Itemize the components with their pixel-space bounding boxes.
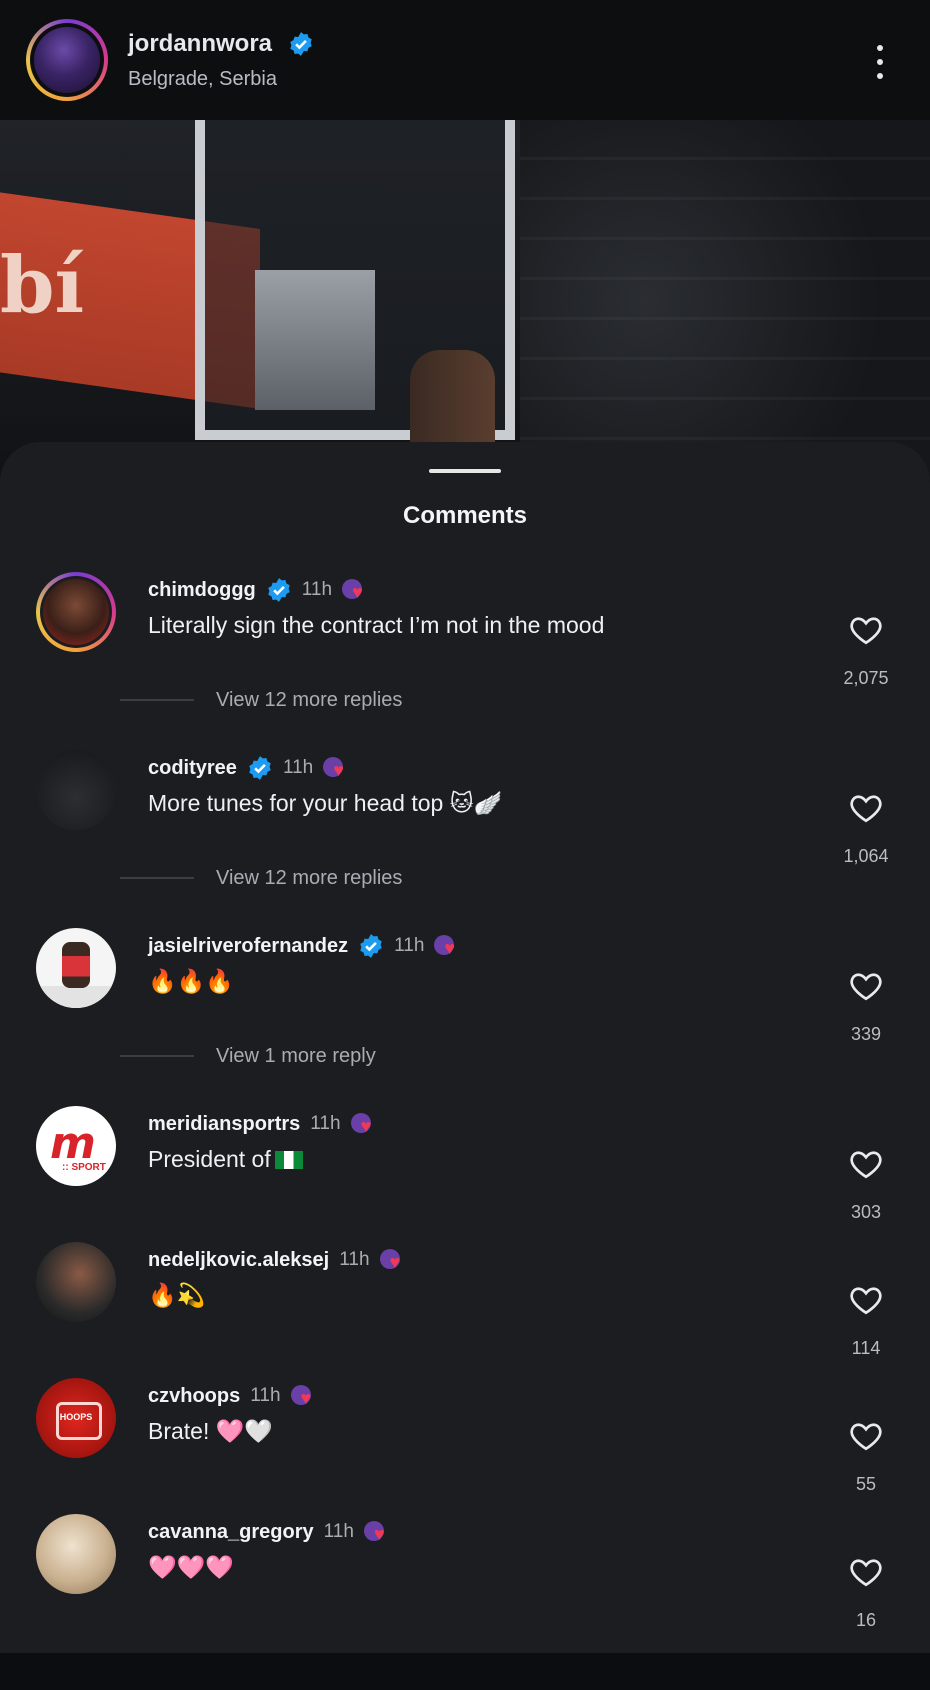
commenter-avatar[interactable]: HOOPS — [36, 1378, 116, 1458]
comment-text: Brate! 🩷🤍 — [148, 1418, 274, 1444]
view-replies-button[interactable]: View 12 more replies — [120, 686, 402, 714]
heart-outline-icon[interactable] — [848, 1146, 884, 1182]
commenter-username[interactable]: czvhoops — [148, 1385, 240, 1408]
commenter-username[interactable]: jasielriverofernandez — [148, 935, 348, 958]
commenter-username[interactable]: chimdoggg — [148, 579, 256, 602]
post-header: jordannwora Belgrade, Serbia — [0, 0, 930, 120]
like-count: 1,064 — [843, 846, 889, 866]
heart-outline-icon[interactable] — [848, 612, 884, 648]
commenter-avatar[interactable]: m :: SPORT — [36, 1106, 116, 1186]
sheet-title: Comments — [402, 502, 528, 529]
creator-liked-heart-icon: ♥ — [290, 1383, 321, 1409]
creator-liked-heart-icon: ♥ — [363, 1519, 394, 1545]
like-count: 114 — [851, 1338, 881, 1358]
comments-sheet: Comments chimdoggg 11h ♥ Literally sign … — [0, 442, 930, 1653]
avatar-floor — [40, 986, 112, 1008]
comment-time: 11h — [339, 1249, 370, 1270]
avatar-player-figure — [62, 942, 90, 988]
view-replies-label: View 12 more replies — [216, 688, 403, 711]
comment-text: 🔥💫 — [148, 1282, 206, 1308]
author-username[interactable]: jordannwora — [128, 30, 272, 58]
crowd-background — [520, 120, 930, 480]
verified-badge-icon — [249, 756, 271, 780]
comment-item: codityree 11h ♥ More tunes for your head… — [0, 750, 930, 926]
more-dot — [877, 45, 883, 51]
post-photo: bí — [0, 120, 930, 480]
post-location[interactable]: Belgrade, Serbia — [128, 68, 277, 91]
commenter-avatar[interactable] — [36, 1242, 116, 1322]
replies-divider — [120, 699, 194, 701]
meridian-logo-sub: :: SPORT — [62, 1162, 106, 1173]
replies-divider — [120, 877, 194, 879]
comment-text: President of — [148, 1146, 271, 1172]
heart-outline-icon[interactable] — [848, 968, 884, 1004]
creator-liked-heart-icon: ♥ — [434, 933, 464, 959]
creator-liked-heart-icon: ♥ — [379, 1247, 410, 1273]
view-replies-label: View 12 more replies — [216, 866, 403, 889]
creator-liked-heart-icon: ♥ — [323, 755, 353, 781]
comment-time: 11h — [250, 1385, 281, 1406]
commenter-username[interactable]: nedeljkovic.aleksej — [148, 1249, 329, 1272]
heart-outline-icon[interactable] — [848, 1554, 884, 1590]
comment-text: More tunes for your head top 🐱🪽 — [148, 790, 503, 816]
replies-divider — [120, 1055, 194, 1057]
creator-liked-heart-icon: ♥ — [342, 577, 372, 603]
commenter-avatar[interactable] — [36, 1514, 116, 1594]
comment-item: chimdoggg 11h ♥ Literally sign the contr… — [0, 572, 930, 748]
commenter-username[interactable]: cavanna_gregory — [148, 1521, 314, 1544]
comment-time: 11h — [394, 935, 425, 956]
like-count: 303 — [850, 1202, 882, 1222]
comment-time: 11h — [310, 1113, 341, 1134]
more-options-icon[interactable] — [868, 42, 892, 82]
sponsor-banner-text: bí — [0, 240, 85, 331]
heart-outline-icon[interactable] — [848, 790, 884, 826]
commenter-username[interactable]: codityree — [148, 757, 237, 780]
avatar-image — [43, 579, 109, 645]
verified-badge-icon — [268, 578, 290, 602]
heart-outline-icon[interactable] — [848, 1418, 884, 1454]
like-count: 16 — [855, 1610, 877, 1630]
comment-meta: nedeljkovic.aleksej 11h ♥ — [148, 1246, 410, 1274]
comment-meta: czvhoops 11h ♥ — [148, 1382, 321, 1410]
commenter-username[interactable]: meridiansportrs — [148, 1113, 300, 1136]
comment-meta: jasielriverofernandez 11h ♥ — [148, 932, 464, 960]
comment-time: 11h — [282, 757, 314, 778]
more-dot — [877, 59, 883, 65]
like-count: 2,075 — [843, 668, 889, 688]
like-count: 339 — [850, 1024, 882, 1044]
commenter-avatar[interactable] — [36, 928, 116, 1008]
comment-item: cavanna_gregory 11h ♥ 🩷🩷🩷 16 — [0, 1514, 930, 1690]
comment-meta: cavanna_gregory 11h ♥ — [148, 1518, 394, 1546]
nigeria-flag-icon — [274, 1151, 303, 1169]
commenter-avatar[interactable] — [36, 750, 116, 830]
view-replies-button[interactable]: View 1 more reply — [120, 1042, 376, 1070]
verified-badge-icon — [290, 32, 312, 56]
like-count: 55 — [855, 1474, 877, 1494]
author-avatar[interactable] — [26, 19, 108, 101]
avatar-image — [34, 27, 100, 93]
comment-meta: chimdoggg 11h ♥ — [148, 576, 372, 604]
comment-text: Literally sign the contract I’m not in t… — [148, 612, 605, 638]
comment-meta: meridiansportrs 11h ♥ — [148, 1110, 381, 1138]
heart-outline-icon[interactable] — [848, 1282, 884, 1318]
commenter-avatar[interactable] — [36, 572, 116, 652]
sheet-grabber[interactable] — [429, 469, 501, 473]
comment-meta: codityree 11h ♥ — [148, 754, 353, 782]
verified-badge-icon — [360, 934, 382, 958]
view-replies-button[interactable]: View 12 more replies — [120, 864, 402, 892]
more-dot — [877, 73, 883, 79]
comment-text: 🔥🔥🔥 — [148, 968, 234, 994]
creator-liked-heart-icon: ♥ — [350, 1111, 381, 1137]
comment-time: 11h — [301, 579, 333, 600]
czv-logo-text: HOOPS — [59, 1412, 93, 1422]
view-replies-label: View 1 more reply — [216, 1044, 376, 1067]
backboard-bracket — [255, 270, 375, 410]
comment-text-row: President of — [148, 1146, 303, 1173]
comment-time: 11h — [323, 1521, 354, 1542]
comment-item: jasielriverofernandez 11h ♥ 🔥🔥🔥 339 View… — [0, 928, 930, 1104]
comment-text: 🩷🩷🩷 — [148, 1554, 234, 1580]
